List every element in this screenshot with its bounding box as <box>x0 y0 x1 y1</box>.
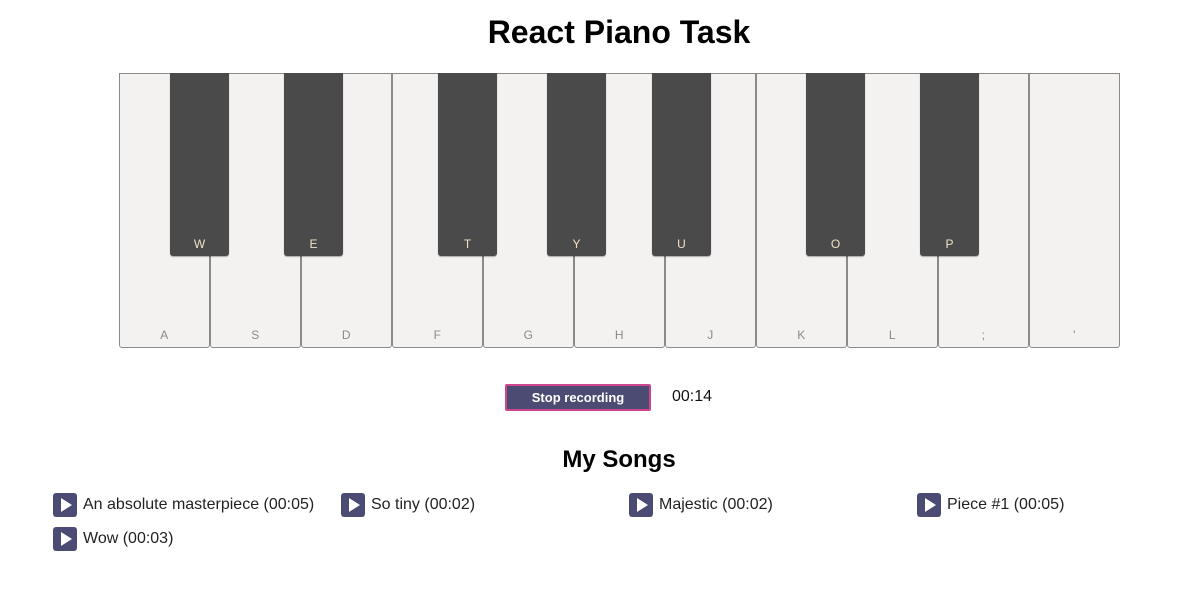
play-icon <box>637 498 648 512</box>
song-title: Piece #1 (00:05) <box>947 496 1065 513</box>
key-label: T <box>463 237 472 251</box>
key-label: P <box>945 237 954 251</box>
song-title: Wow (00:03) <box>83 530 174 547</box>
piano-key-y[interactable]: Y <box>547 73 606 256</box>
piano-key-t[interactable]: T <box>438 73 497 256</box>
piano-key-e[interactable]: E <box>284 73 343 256</box>
song-item: Wow (00:03) <box>53 527 173 551</box>
play-button[interactable] <box>53 493 77 517</box>
piano-key-quote[interactable]: ' <box>1029 73 1120 348</box>
key-label: U <box>677 237 686 251</box>
piano-key-u[interactable]: U <box>652 73 711 256</box>
play-button[interactable] <box>341 493 365 517</box>
play-button[interactable] <box>629 493 653 517</box>
song-item: So tiny (00:02) <box>341 493 475 517</box>
key-label: W <box>193 237 206 251</box>
song-item: Majestic (00:02) <box>629 493 773 517</box>
key-label: K <box>797 328 806 342</box>
key-label: A <box>160 328 169 342</box>
key-label: J <box>707 328 714 342</box>
key-label: L <box>888 328 897 342</box>
piano-key-o[interactable]: O <box>806 73 865 256</box>
piano-key-p[interactable]: P <box>920 73 979 256</box>
play-button[interactable] <box>917 493 941 517</box>
play-icon <box>925 498 936 512</box>
key-label: ; <box>981 328 986 342</box>
key-label: E <box>309 237 318 251</box>
key-label: O <box>830 237 841 251</box>
key-label: D <box>341 328 352 342</box>
key-label: F <box>433 328 442 342</box>
song-title: So tiny (00:02) <box>371 496 476 513</box>
key-label: H <box>614 328 625 342</box>
play-icon <box>61 532 72 546</box>
key-label: Y <box>572 237 581 251</box>
piano-keyboard: A S D F G H J K L ; ' W E T Y U O P <box>119 73 1120 348</box>
songs-heading: My Songs <box>562 446 676 473</box>
song-item: Piece #1 (00:05) <box>917 493 1064 517</box>
play-icon <box>349 498 360 512</box>
key-label: ' <box>1073 328 1076 342</box>
song-item: An absolute masterpiece (00:05) <box>53 493 314 517</box>
piano-key-w[interactable]: W <box>170 73 229 256</box>
recorder-controls: Stop recording 00:14 <box>0 384 1180 412</box>
key-label: S <box>251 328 260 342</box>
page-title: React Piano Task <box>487 14 751 50</box>
play-button[interactable] <box>53 527 77 551</box>
recording-timer: 00:14 <box>672 388 713 405</box>
song-title: Majestic (00:02) <box>659 496 773 513</box>
stop-recording-button[interactable]: Stop recording <box>505 384 651 411</box>
key-label: G <box>523 328 534 342</box>
play-icon <box>61 498 72 512</box>
song-title: An absolute masterpiece (00:05) <box>83 496 315 513</box>
